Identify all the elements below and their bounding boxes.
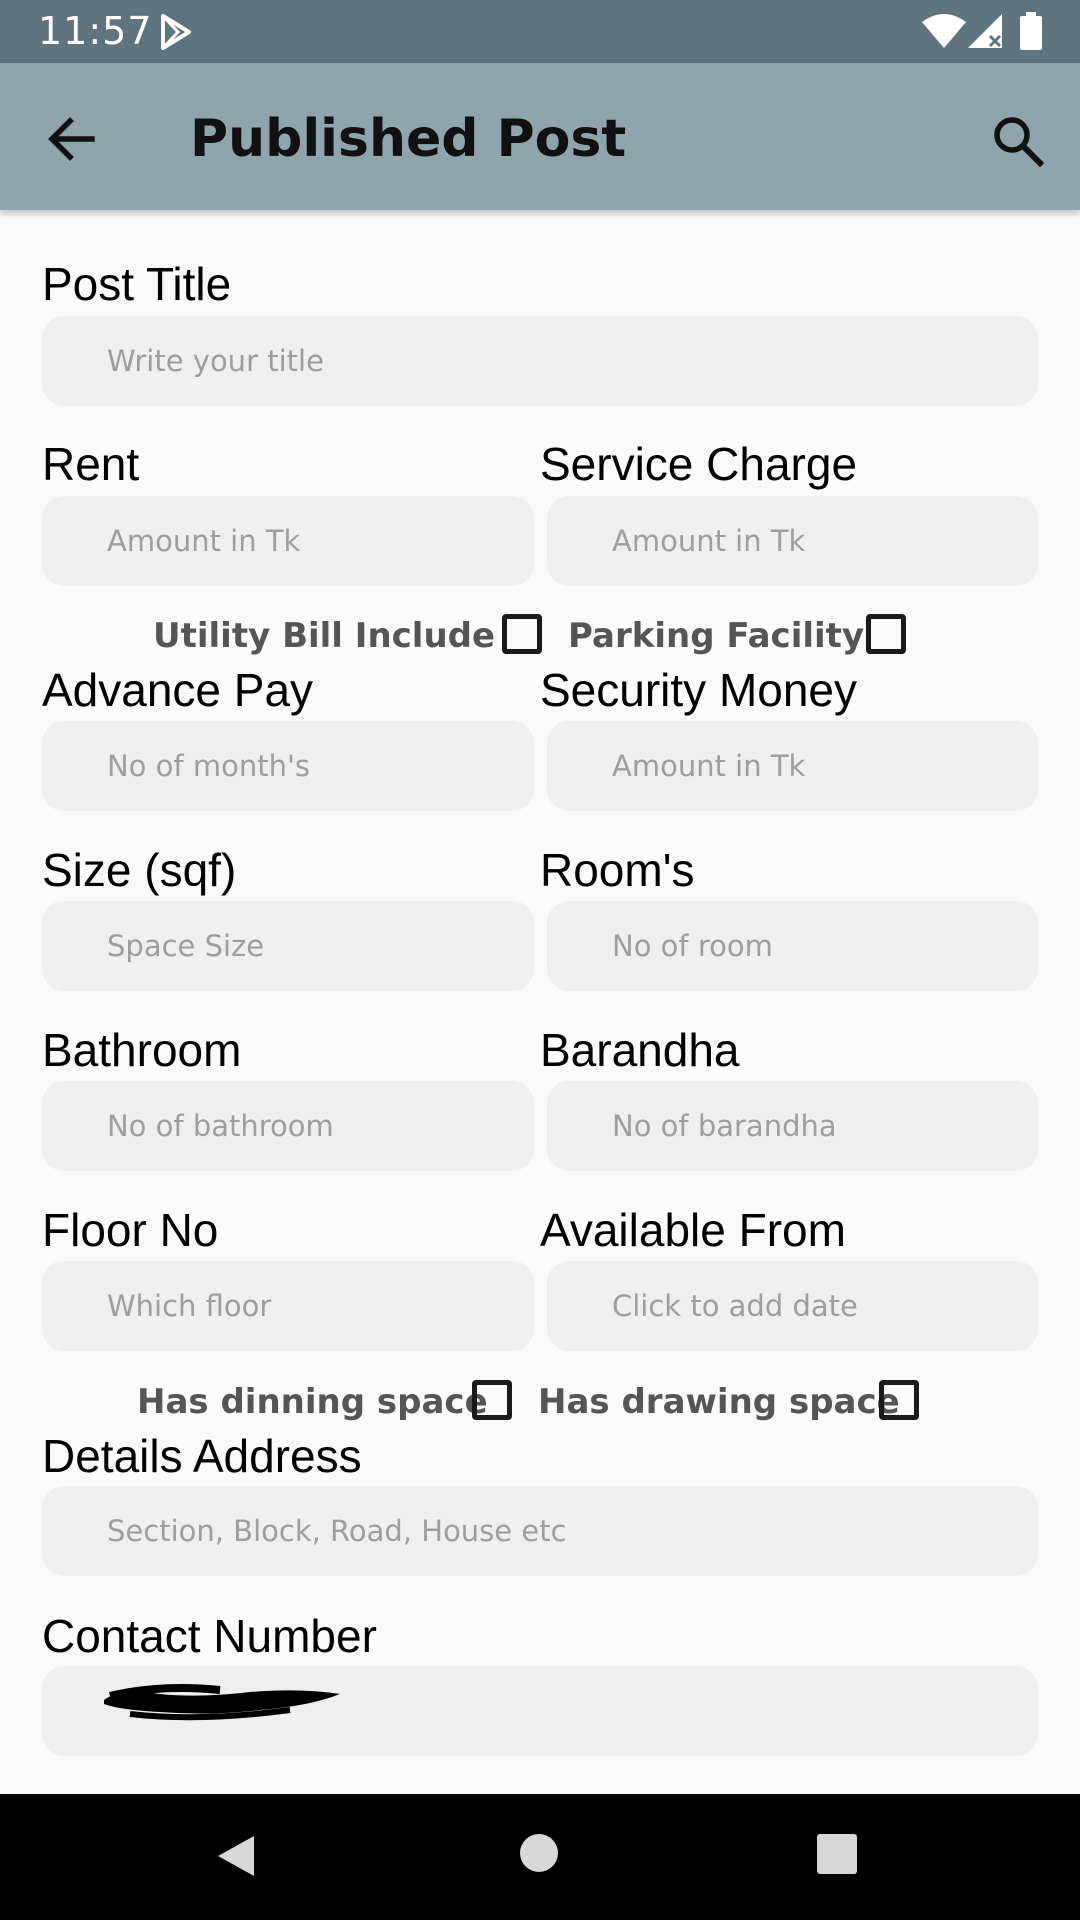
rooms-label: Room's <box>540 844 695 896</box>
contact-number-label: Contact Number <box>42 1610 377 1662</box>
dinning-space-label: Has dinning space <box>137 1382 488 1422</box>
play-store-icon <box>160 14 192 55</box>
signal-icon <box>968 14 1004 53</box>
utility-bill-label: Utility Bill Include <box>153 616 496 656</box>
available-from-date-picker[interactable]: Click to add date <box>547 1261 1038 1351</box>
floor-no-placeholder: Which floor <box>107 1289 272 1323</box>
details-address-input[interactable]: Section, Block, Road, House etc <box>42 1486 1038 1576</box>
barandha-label: Barandha <box>540 1024 740 1076</box>
status-bar: 11:57 <box>0 0 1080 63</box>
available-from-label: Available From <box>540 1204 846 1256</box>
security-money-placeholder: Amount in Tk <box>612 749 806 783</box>
drawing-space-checkbox[interactable] <box>879 1380 919 1420</box>
service-charge-placeholder: Amount in Tk <box>612 524 806 558</box>
size-label: Size (sqf) <box>42 844 237 896</box>
advance-pay-placeholder: No of month's <box>107 749 311 783</box>
wifi-icon <box>922 14 966 53</box>
post-title-placeholder: Write your title <box>107 344 324 378</box>
details-address-label: Details Address <box>42 1430 362 1482</box>
advance-pay-input[interactable]: No of month's <box>42 721 534 811</box>
floor-no-label: Floor No <box>42 1204 219 1256</box>
details-address-placeholder: Section, Block, Road, House etc <box>107 1514 567 1548</box>
redaction-scribble <box>100 1680 346 1724</box>
parking-facility-label: Parking Facility <box>568 616 865 656</box>
battery-icon <box>1020 12 1042 55</box>
post-title-input[interactable]: Write your title <box>42 316 1038 406</box>
available-from-placeholder: Click to add date <box>612 1289 858 1323</box>
bathroom-label: Bathroom <box>42 1024 242 1076</box>
rooms-input[interactable]: No of room <box>547 901 1038 991</box>
advance-pay-label: Advance Pay <box>42 664 314 716</box>
nav-back-icon[interactable] <box>216 1834 256 1883</box>
floor-no-input[interactable]: Which floor <box>42 1261 534 1351</box>
parking-facility-checkbox[interactable] <box>866 614 906 654</box>
size-placeholder: Space Size <box>107 929 265 963</box>
app-bar: Published Post <box>0 63 1080 210</box>
bathroom-input[interactable]: No of bathroom <box>42 1081 534 1171</box>
back-arrow-icon[interactable] <box>44 111 100 167</box>
barandha-input[interactable]: No of barandha <box>547 1081 1038 1171</box>
barandha-placeholder: No of barandha <box>612 1109 837 1143</box>
rent-placeholder: Amount in Tk <box>107 524 301 558</box>
nav-recents-icon[interactable] <box>817 1834 857 1874</box>
dinning-drawing-row: Has dinning space Has drawing space <box>0 1372 1080 1432</box>
post-title-label: Post Title <box>42 258 232 310</box>
rent-label: Rent <box>42 438 140 490</box>
security-money-input[interactable]: Amount in Tk <box>547 721 1038 811</box>
rent-input[interactable]: Amount in Tk <box>42 496 534 586</box>
service-charge-label: Service Charge <box>540 438 858 490</box>
utility-bill-checkbox[interactable] <box>502 614 542 654</box>
rooms-placeholder: No of room <box>612 929 773 963</box>
utility-parking-row: Utility Bill Include Parking Facility <box>0 606 1080 666</box>
service-charge-input[interactable]: Amount in Tk <box>547 496 1038 586</box>
bathroom-placeholder: No of bathroom <box>107 1109 334 1143</box>
security-money-label: Security Money <box>540 664 858 716</box>
system-nav-bar <box>0 1794 1080 1920</box>
search-icon[interactable] <box>988 111 1048 171</box>
status-time: 11:57 <box>38 9 153 53</box>
nav-home-icon[interactable] <box>520 1834 558 1872</box>
dinning-space-checkbox[interactable] <box>472 1380 512 1420</box>
page-title: Published Post <box>190 109 627 169</box>
size-input[interactable]: Space Size <box>42 901 534 991</box>
drawing-space-label: Has drawing space <box>538 1382 900 1422</box>
